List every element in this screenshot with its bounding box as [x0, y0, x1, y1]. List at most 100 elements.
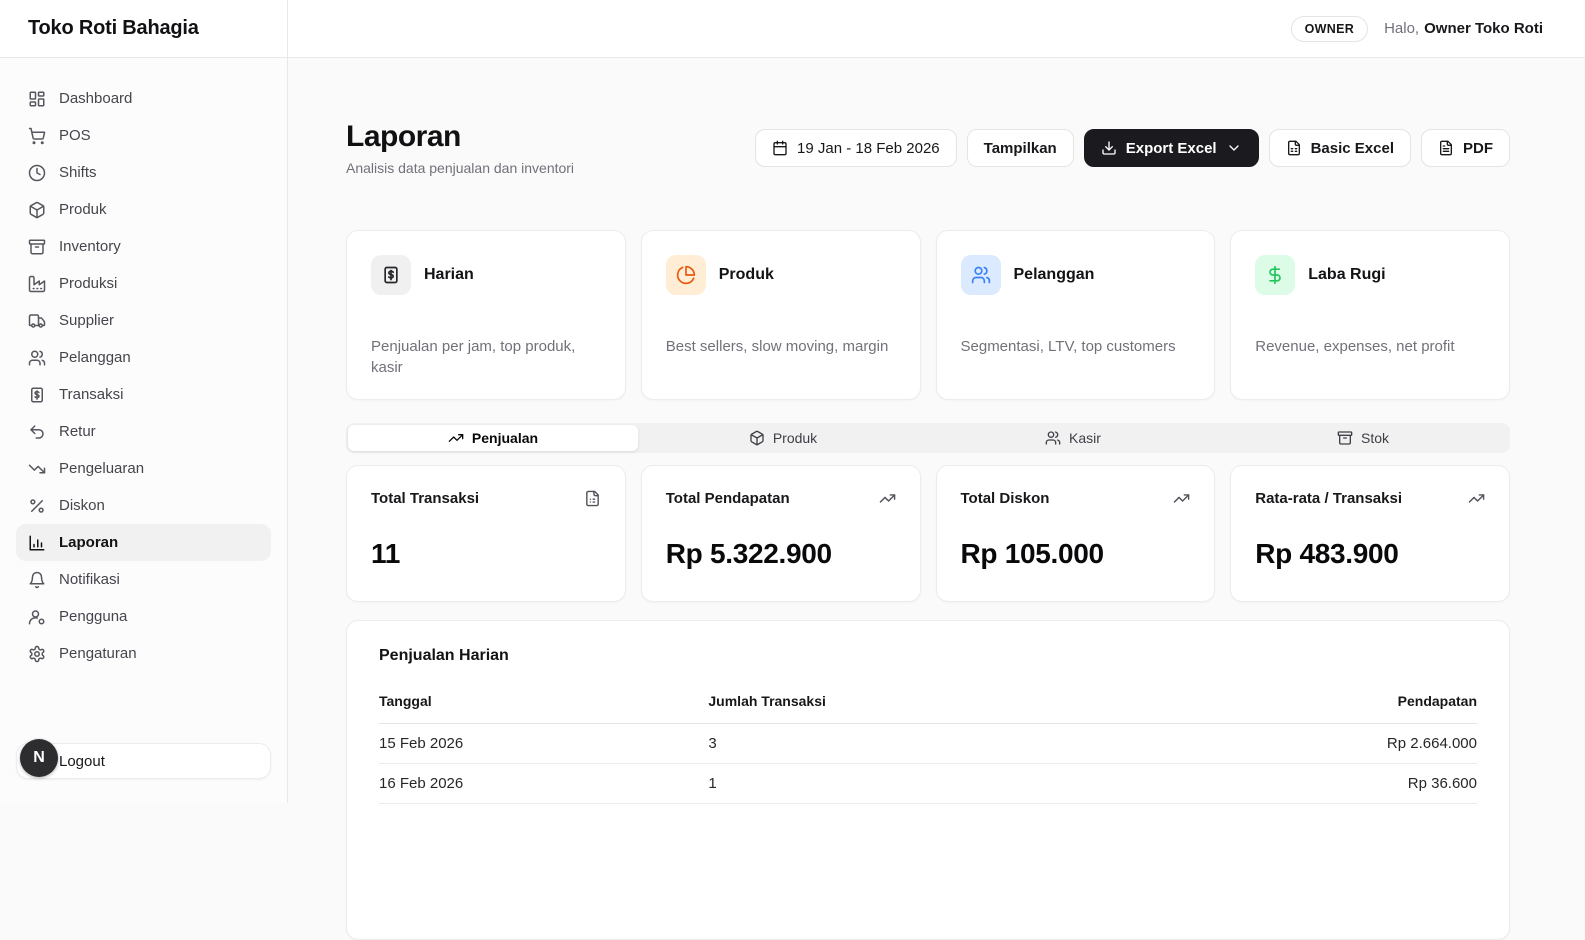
stat-value: 11	[371, 538, 601, 570]
sidebar-item-pengguna[interactable]: Pengguna	[16, 598, 271, 635]
app-title: Toko Roti Bahagia	[28, 17, 199, 40]
sidebar-item-produk[interactable]: Produk	[16, 191, 271, 228]
archive-icon	[1337, 430, 1353, 446]
tab-produk[interactable]: Produk	[638, 425, 928, 451]
column-header-pendapatan: Pendapatan	[1143, 693, 1477, 724]
basic-excel-button[interactable]: Basic Excel	[1269, 129, 1411, 167]
sidebar-item-label: Pelanggan	[59, 349, 131, 366]
page-title: Laporan	[346, 120, 574, 154]
download-icon	[1101, 140, 1117, 156]
date-range-button[interactable]: 19 Jan - 18 Feb 2026	[755, 129, 957, 167]
daily-sales-title: Penjualan Harian	[379, 647, 1477, 665]
user-gear-icon	[28, 608, 46, 626]
pdf-label: PDF	[1463, 140, 1493, 157]
export-excel-button[interactable]: Export Excel	[1084, 129, 1259, 167]
topbar: OWNER Halo, Owner Toko Roti	[288, 0, 1585, 58]
sidebar-item-retur[interactable]: Retur	[16, 413, 271, 450]
avatar[interactable]: N	[20, 739, 58, 777]
report-card-title: Pelanggan	[1014, 266, 1095, 284]
report-card-description: Segmentasi, LTV, top customers	[961, 337, 1191, 358]
sidebar-item-label: Produk	[59, 201, 107, 218]
trending-up-icon	[448, 430, 464, 446]
stat-label: Total Transaksi	[371, 490, 479, 507]
daily-sales-table: Tanggal Jumlah Transaksi Pendapatan 15 F…	[379, 693, 1477, 804]
shopping-cart-icon	[28, 127, 46, 145]
report-card-title: Produk	[719, 266, 774, 284]
sidebar-item-label: POS	[59, 127, 91, 144]
sidebar-item-label: Inventory	[59, 238, 121, 255]
sidebar-item-label: Pengguna	[59, 608, 127, 625]
archive-icon	[28, 238, 46, 256]
report-card-pelanggan[interactable]: Pelanggan Segmentasi, LTV, top customers	[936, 230, 1216, 400]
main-area: OWNER Halo, Owner Toko Roti Laporan Anal…	[288, 0, 1585, 803]
cell-count: 1	[708, 764, 1143, 804]
sidebar-item-inventory[interactable]: Inventory	[16, 228, 271, 265]
title-row: Laporan Analisis data penjualan dan inve…	[346, 120, 1510, 176]
cell-date: 15 Feb 2026	[379, 724, 708, 764]
sidebar-item-notifikasi[interactable]: Notifikasi	[16, 561, 271, 598]
report-card-laba-rugi[interactable]: Laba Rugi Revenue, expenses, net profit	[1230, 230, 1510, 400]
pie-chart-icon	[666, 255, 706, 295]
report-card-description: Revenue, expenses, net profit	[1255, 337, 1485, 358]
tab-stok[interactable]: Stok	[1218, 425, 1508, 451]
sidebar-item-pelanggan[interactable]: Pelanggan	[16, 339, 271, 376]
percent-icon	[28, 497, 46, 515]
users-icon	[961, 255, 1001, 295]
sidebar-item-shifts[interactable]: Shifts	[16, 154, 271, 191]
greeting: Halo, Owner Toko Roti	[1384, 20, 1543, 37]
receipt-text-icon	[584, 490, 601, 507]
stat-total-transaksi: Total Transaksi 11	[346, 465, 626, 602]
show-button[interactable]: Tampilkan	[967, 129, 1074, 167]
sidebar-item-produksi[interactable]: Produksi	[16, 265, 271, 302]
tab-kasir[interactable]: Kasir	[928, 425, 1218, 451]
export-excel-label: Export Excel	[1126, 140, 1217, 157]
cell-count: 3	[708, 724, 1143, 764]
sidebar-header: Toko Roti Bahagia	[0, 0, 287, 58]
report-cards: Harian Penjualan per jam, top produk, ka…	[346, 230, 1510, 400]
stat-value: Rp 483.900	[1255, 538, 1485, 570]
sidebar-item-transaksi[interactable]: Transaksi	[16, 376, 271, 413]
trending-up-icon	[1173, 490, 1190, 507]
stat-total-pendapatan: Total Pendapatan Rp 5.322.900	[641, 465, 921, 602]
stat-label: Total Pendapatan	[666, 490, 790, 507]
sidebar-item-label: Transaksi	[59, 386, 123, 403]
table-row: 15 Feb 2026 3 Rp 2.664.000	[379, 724, 1477, 764]
role-badge: OWNER	[1291, 16, 1368, 42]
cell-revenue: Rp 36.600	[1143, 764, 1477, 804]
receipt-icon	[28, 386, 46, 404]
stat-value: Rp 5.322.900	[666, 538, 896, 570]
sidebar-item-diskon[interactable]: Diskon	[16, 487, 271, 524]
sidebar-item-pos[interactable]: POS	[16, 117, 271, 154]
file-text-icon	[1438, 140, 1454, 156]
file-spreadsheet-icon	[1286, 140, 1302, 156]
toolbar: 19 Jan - 18 Feb 2026 Tampilkan Export Ex…	[755, 129, 1510, 167]
sidebar-item-label: Supplier	[59, 312, 114, 329]
stat-rata-rata-transaksi: Rata-rata / Transaksi Rp 483.900	[1230, 465, 1510, 602]
stat-cards: Total Transaksi 11 Total Pendapatan Rp 5…	[346, 465, 1510, 602]
cell-date: 16 Feb 2026	[379, 764, 708, 804]
trending-up-icon	[1468, 490, 1485, 507]
trending-up-icon	[879, 490, 896, 507]
sidebar-item-pengaturan[interactable]: Pengaturan	[16, 635, 271, 672]
daily-sales-card: Penjualan Harian Tanggal Jumlah Transaks…	[346, 620, 1510, 940]
sidebar-item-laporan[interactable]: Laporan	[16, 524, 271, 561]
sidebar-item-label: Laporan	[59, 534, 118, 551]
pdf-button[interactable]: PDF	[1421, 129, 1510, 167]
table-row: 16 Feb 2026 1 Rp 36.600	[379, 764, 1477, 804]
truck-icon	[28, 312, 46, 330]
stat-label: Rata-rata / Transaksi	[1255, 490, 1402, 507]
report-card-produk[interactable]: Produk Best sellers, slow moving, margin	[641, 230, 921, 400]
report-card-harian[interactable]: Harian Penjualan per jam, top produk, ka…	[346, 230, 626, 400]
sidebar-item-label: Pengaturan	[59, 645, 137, 662]
sidebar-item-dashboard[interactable]: Dashboard	[16, 80, 271, 117]
sidebar-item-pengeluaran[interactable]: Pengeluaran	[16, 450, 271, 487]
sidebar-item-supplier[interactable]: Supplier	[16, 302, 271, 339]
greeting-prefix: Halo,	[1384, 20, 1419, 37]
bar-chart-icon	[28, 534, 46, 552]
report-card-description: Penjualan per jam, top produk, kasir	[371, 337, 601, 378]
tab-label: Penjualan	[472, 430, 538, 446]
stat-value: Rp 105.000	[961, 538, 1191, 570]
basic-excel-label: Basic Excel	[1311, 140, 1394, 157]
package-icon	[749, 430, 765, 446]
tab-penjualan[interactable]: Penjualan	[348, 425, 638, 451]
